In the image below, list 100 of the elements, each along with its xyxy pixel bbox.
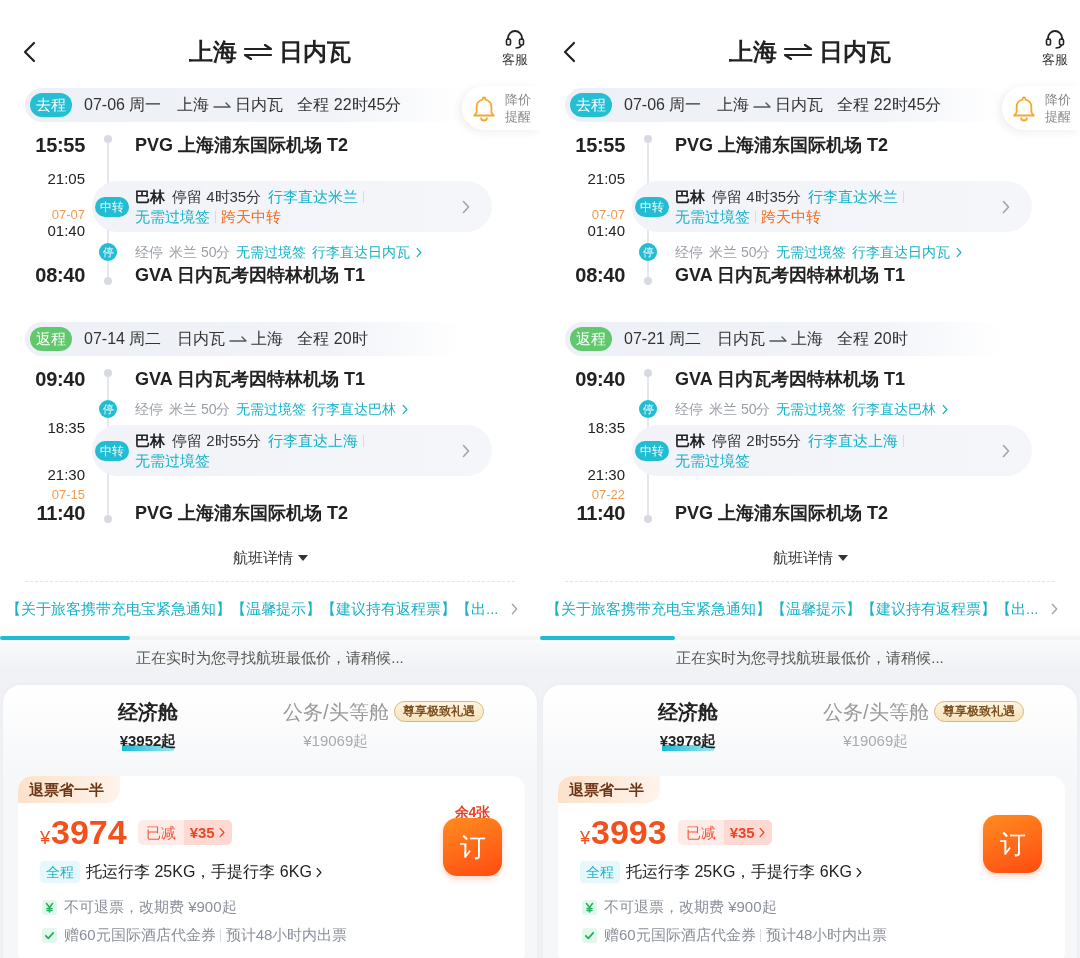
fare-price: ¥3993 bbox=[580, 812, 667, 852]
cabin-tab[interactable]: 经济舱 ¥3978起 bbox=[628, 685, 748, 751]
flight-details-button[interactable]: 航班详情 bbox=[232, 546, 308, 570]
chevron-right-icon bbox=[1002, 443, 1010, 458]
chevron-right-icon bbox=[462, 443, 470, 458]
flight-time: 01:40 bbox=[587, 222, 625, 240]
chevron-right-icon bbox=[758, 826, 765, 838]
transfer-note: 无需过境签 bbox=[675, 450, 750, 471]
baggage-allowance: 托运行李 25KG，手提行李 6KG bbox=[86, 862, 312, 882]
transfer-card[interactable]: 中转 巴林 停留 2时55分 行李直达上海 无需过境签 bbox=[632, 425, 1032, 476]
price-alert-button[interactable]: 降价提醒 bbox=[1002, 86, 1080, 130]
stopover-detail: 米兰 50分 bbox=[169, 400, 231, 419]
timeline-dot-icon bbox=[644, 277, 652, 285]
transfer-tag: 中转 bbox=[635, 196, 669, 217]
customer-service-button[interactable]: 客服 bbox=[502, 29, 528, 68]
timeline-dot-icon bbox=[644, 515, 652, 523]
timeline-dot-icon bbox=[104, 135, 112, 143]
stopover-note: 无需过境签 bbox=[236, 243, 307, 262]
stopover-label: 经停 bbox=[135, 243, 163, 262]
fare-price: ¥3974 bbox=[40, 812, 127, 852]
chevron-right-icon bbox=[218, 826, 225, 838]
leg-date: 07-14 周二 bbox=[84, 328, 162, 349]
loading-message: 正在实时为您寻找航班最低价，请稍候... bbox=[135, 648, 405, 668]
flight-time: 11:40 bbox=[576, 502, 625, 524]
route-origin: 日内瓦 bbox=[177, 328, 226, 349]
leg-duration: 全程 22时45分 bbox=[297, 94, 402, 115]
airport-name: PVG 上海浦东国际机场 T2 bbox=[674, 502, 890, 524]
route-destination: 日内瓦 bbox=[775, 94, 824, 115]
transfer-card[interactable]: 中转 巴林 停留 2时55分 行李直达上海 无需过境签 bbox=[92, 425, 492, 476]
yen-icon bbox=[582, 899, 597, 915]
headset-icon bbox=[1044, 29, 1066, 49]
airport-name: GVA 日内瓦考因特林机场 T1 bbox=[674, 368, 906, 390]
chevron-right-icon[interactable] bbox=[315, 866, 322, 878]
route-destination: 上海 bbox=[791, 328, 824, 349]
flight-time: 21:05 bbox=[587, 170, 625, 188]
layover-duration: 停留 2时55分 bbox=[712, 430, 802, 451]
layover-duration: 停留 2时55分 bbox=[172, 430, 262, 451]
leg-date: 07-21 周二 bbox=[624, 328, 702, 349]
flight-time: 09:40 bbox=[35, 368, 85, 390]
flight-time: 01:40 bbox=[47, 222, 85, 240]
leg-date: 07-06 周一 bbox=[84, 94, 162, 115]
transfer-city: 巴林 bbox=[675, 430, 705, 451]
next-day-date: 07-07 bbox=[591, 208, 625, 222]
stopover-label: 经停 bbox=[675, 243, 703, 262]
chevron-right-icon bbox=[1002, 199, 1010, 214]
stop-tag: 停 bbox=[639, 400, 657, 418]
policy-text: 预计48小时内出票 bbox=[765, 925, 888, 945]
route-destination: 上海 bbox=[251, 328, 284, 349]
destination-city: 日内瓦 bbox=[819, 37, 891, 67]
stopover-note: 无需过境签 bbox=[776, 400, 847, 419]
baggage-scope-tag: 全程 bbox=[40, 861, 80, 883]
transfer-tag: 中转 bbox=[635, 440, 669, 461]
flight-time: 09:40 bbox=[575, 368, 625, 390]
stop-tag: 停 bbox=[639, 243, 657, 261]
cabin-tab[interactable]: 经济舱 ¥3952起 bbox=[88, 685, 208, 751]
swap-arrows-icon bbox=[783, 44, 813, 60]
baggage-allowance: 托运行李 25KG，手提行李 6KG bbox=[626, 862, 852, 882]
stopover-detail: 米兰 50分 bbox=[169, 243, 231, 262]
headset-icon bbox=[504, 29, 526, 49]
airport-name: GVA 日内瓦考因特林机场 T1 bbox=[674, 264, 906, 286]
next-day-date: 07-15 bbox=[51, 488, 85, 502]
refund-badge: 退票省一半 bbox=[18, 776, 120, 803]
transfer-note: 跨天中转 bbox=[761, 206, 821, 227]
stopover-note: 无需过境签 bbox=[776, 243, 847, 262]
transfer-card[interactable]: 中转 巴林 停留 4时35分 行李直达米兰 无需过境签 跨天中转 bbox=[632, 181, 1032, 232]
leg-tag: 返程 bbox=[570, 327, 612, 351]
origin-city: 上海 bbox=[189, 37, 237, 67]
transfer-city: 巴林 bbox=[675, 186, 705, 207]
timeline-dot-icon bbox=[644, 369, 652, 377]
timeline-dot-icon bbox=[104, 515, 112, 523]
airport-name: PVG 上海浦东国际机场 T2 bbox=[674, 134, 890, 156]
transfer-card[interactable]: 中转 巴林 停留 4时35分 行李直达米兰 无需过境签 跨天中转 bbox=[92, 181, 492, 232]
leg-tag: 去程 bbox=[30, 93, 72, 117]
destination-city: 日内瓦 bbox=[279, 37, 351, 67]
timeline-dot-icon bbox=[644, 135, 652, 143]
stopover-detail: 米兰 50分 bbox=[709, 243, 771, 262]
stopover-note: 行李直达巴林 bbox=[852, 400, 937, 419]
timeline-dot-icon bbox=[104, 369, 112, 377]
timeline-dot-icon bbox=[104, 277, 112, 285]
customer-service-button[interactable]: 客服 bbox=[1042, 29, 1068, 68]
stopover-label: 经停 bbox=[675, 400, 703, 419]
policy-text: 预计48小时内出票 bbox=[225, 925, 348, 945]
remaining-seats: 余4张 bbox=[454, 804, 491, 820]
chevron-right-icon[interactable] bbox=[855, 866, 862, 878]
transfer-tag: 中转 bbox=[95, 440, 129, 461]
policy-text: 不可退票，改期费 ¥900起 bbox=[64, 897, 237, 917]
flight-time: 21:30 bbox=[47, 466, 85, 484]
stopover-note: 行李直达日内瓦 bbox=[852, 243, 951, 262]
back-icon[interactable] bbox=[22, 41, 36, 63]
price-alert-button[interactable]: 降价提醒 bbox=[462, 86, 540, 130]
stop-tag: 停 bbox=[99, 243, 117, 261]
stopover-note: 无需过境签 bbox=[236, 400, 307, 419]
transfer-tag: 中转 bbox=[95, 196, 129, 217]
flight-time: 15:55 bbox=[35, 134, 85, 156]
privilege-badge: 尊享极致礼遇 bbox=[933, 701, 1024, 722]
leg-duration: 全程 20时 bbox=[837, 328, 908, 349]
flight-details-button[interactable]: 航班详情 bbox=[772, 546, 848, 570]
stopover-detail: 米兰 50分 bbox=[709, 400, 771, 419]
route-origin: 上海 bbox=[717, 94, 750, 115]
back-icon[interactable] bbox=[562, 41, 576, 63]
